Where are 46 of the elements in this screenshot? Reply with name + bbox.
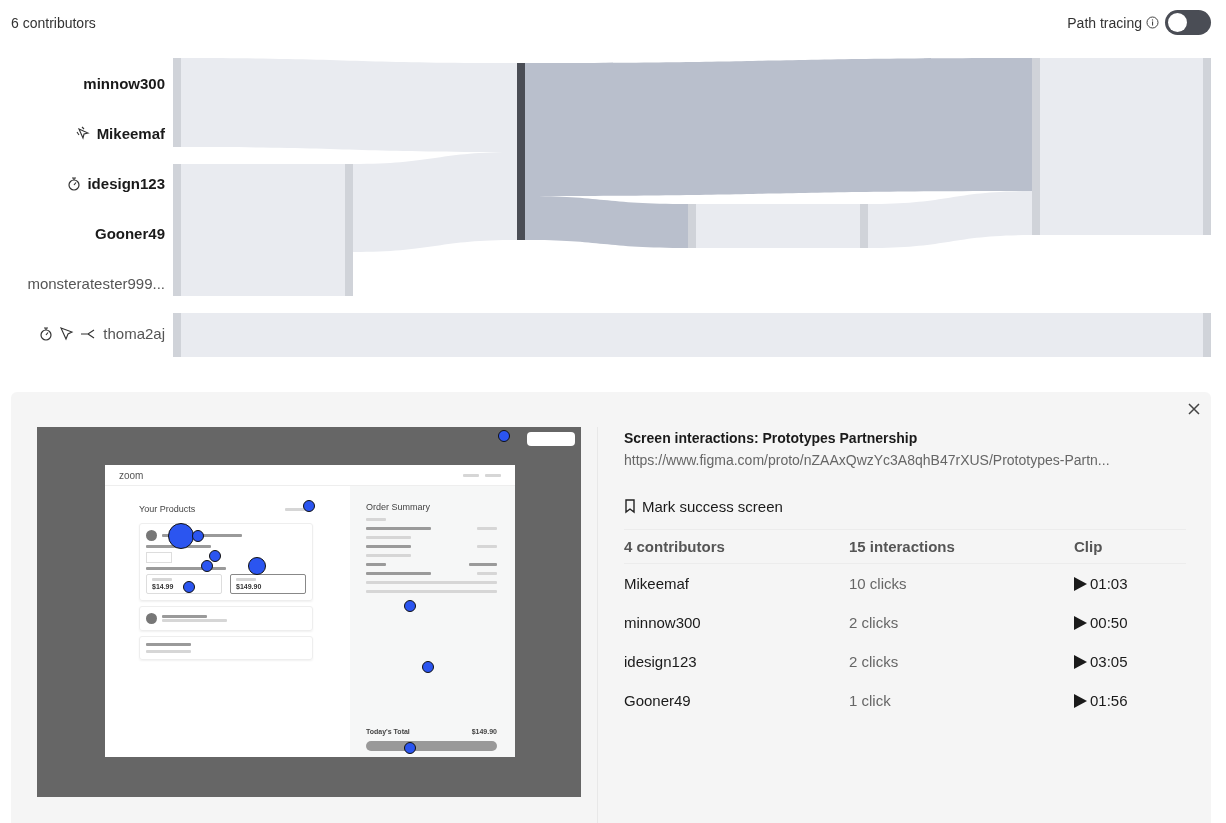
play-icon [1074, 654, 1087, 669]
click-marker [498, 430, 510, 442]
play-icon [1074, 576, 1087, 591]
screen-title: Screen interactions: Prototypes Partnership [624, 430, 919, 446]
table-cell-text: idesign123 [624, 652, 698, 672]
table-cell-text: Gooner49 [624, 691, 692, 711]
play-clip-button[interactable]: 01:03 [1074, 575, 1128, 592]
path-tracing-label: Path tracing [1067, 14, 1142, 31]
avatar-icon [146, 530, 157, 541]
contributor-name[interactable]: monsteratester999... [27, 274, 165, 292]
table-cell-text: 10 clicks [849, 574, 908, 594]
prototype-url[interactable]: https://www.figma.com/proto/nZAAxQwzYc3A8qhB47rXUS/Prototypes-Partn... [624, 452, 1186, 468]
column-header: 4 contributors [624, 530, 849, 564]
table-cell-text: 2 clicks [849, 652, 900, 672]
path-tracing-toggle[interactable] [1165, 10, 1211, 35]
brand-logo: zoom [119, 469, 144, 481]
contributor-count: 6 contributors [11, 14, 96, 31]
bookmark-icon [624, 499, 636, 514]
node-bar [688, 204, 696, 248]
contributor-name[interactable]: idesign123 [87, 174, 165, 192]
node-bar [173, 313, 181, 357]
play-clip-button[interactable]: 03:05 [1074, 653, 1128, 670]
contributor-name[interactable]: Gooner49 [94, 224, 165, 242]
node-bar [1203, 313, 1211, 357]
avatar-icon [146, 613, 157, 624]
info-icon[interactable] [1146, 16, 1159, 29]
table-cell-text: Mikeemaf [624, 574, 691, 594]
contributor-name[interactable]: thoma2aj [103, 324, 165, 342]
table-cell-text: 2 clicks [849, 613, 900, 633]
column-header: Clip [1074, 530, 1186, 564]
close-icon[interactable] [1187, 402, 1201, 416]
contributor-name[interactable]: Mikeemaf [96, 124, 165, 142]
play-icon [1074, 615, 1087, 630]
table-cell-text: 1 click [849, 691, 892, 711]
quantity-field[interactable] [146, 552, 172, 563]
mark-success-button[interactable]: Mark success screen [624, 498, 1186, 515]
page-title: Your Products [139, 504, 196, 514]
play-clip-button[interactable]: 01:56 [1074, 692, 1128, 709]
play-icon [1074, 693, 1087, 708]
table-cell-text: minnow300 [624, 613, 702, 633]
summary-title: Order Summary [366, 502, 431, 512]
play-clip-button[interactable]: 00:50 [1074, 614, 1128, 631]
column-header: 15 interactions [849, 530, 1074, 564]
node-bar [860, 204, 868, 248]
continue-button[interactable] [366, 741, 497, 751]
contributor-name[interactable]: minnow300 [83, 74, 165, 92]
